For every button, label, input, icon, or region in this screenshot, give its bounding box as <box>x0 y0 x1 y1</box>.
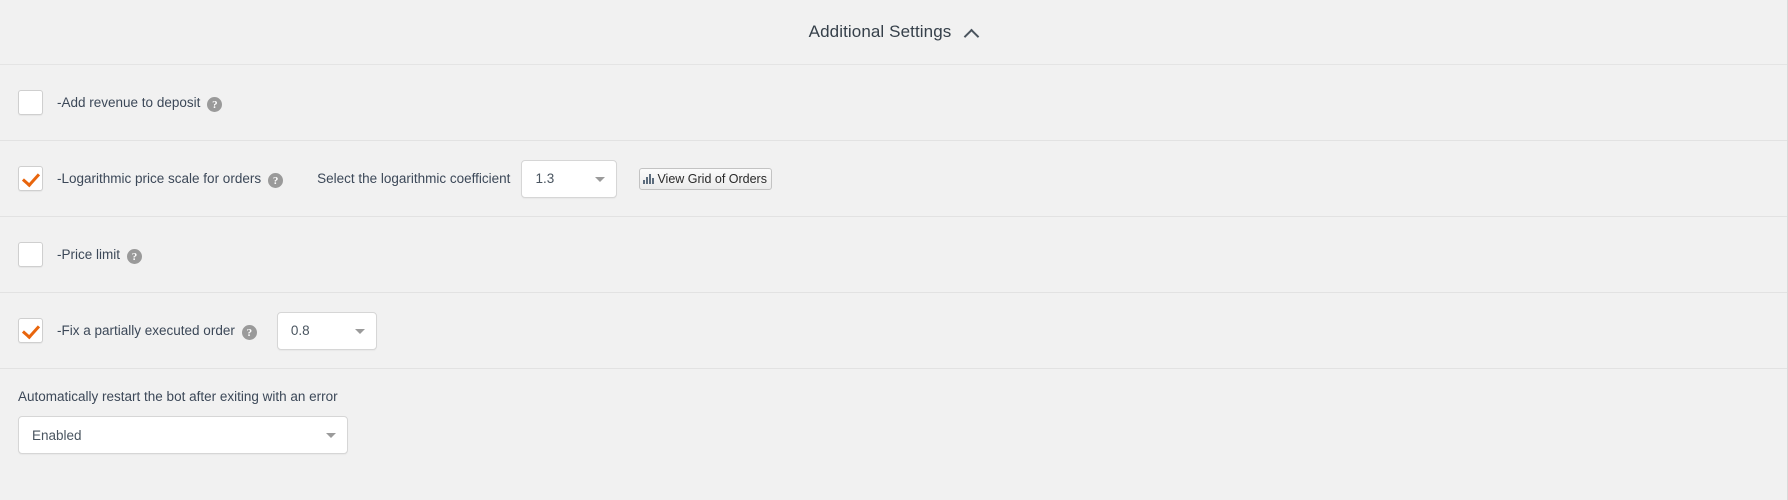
additional-settings-header[interactable]: Additional Settings <box>0 0 1787 64</box>
select-auto-restart-value: Enabled <box>32 427 82 443</box>
question-mark-icon[interactable]: ? <box>127 249 142 264</box>
checkbox-fix-partially-executed-order[interactable] <box>18 318 43 343</box>
label-price-limit: -Price limit <box>57 247 120 262</box>
chevron-up-icon[interactable] <box>965 27 978 40</box>
view-grid-of-orders-button[interactable]: View Grid of Orders <box>639 167 772 190</box>
chevron-down-icon <box>595 176 606 182</box>
page-title: Additional Settings <box>808 22 952 41</box>
select-logarithmic-coefficient-value: 1.3 <box>535 171 555 186</box>
view-grid-of-orders-label: View Grid of Orders <box>657 171 767 186</box>
row-fix-partially-executed-order: -Fix a partially executed order ? 0.8 <box>0 292 1787 368</box>
additional-settings-panel: Additional Settings -Add revenue to depo… <box>0 0 1788 500</box>
select-logarithmic-coefficient[interactable]: 1.3 <box>521 159 618 198</box>
question-mark-icon[interactable]: ? <box>241 325 257 340</box>
label-select-logarithmic-coefficient: Select the logarithmic coefficient <box>317 171 511 186</box>
row-price-limit: -Price limit ? <box>0 216 1787 292</box>
select-fix-partially-executed-order-value: 0.8 <box>290 323 310 338</box>
select-auto-restart[interactable]: Enabled <box>18 416 348 454</box>
select-fix-partially-executed-order[interactable]: 0.8 <box>276 311 377 350</box>
checkbox-add-revenue-to-deposit[interactable] <box>18 90 43 115</box>
chevron-down-icon <box>326 433 336 438</box>
label-logarithmic-price-scale: -Logarithmic price scale for orders <box>57 171 262 186</box>
question-mark-icon[interactable]: ? <box>268 173 284 188</box>
row-logarithmic-price-scale: -Logarithmic price scale for orders ? Se… <box>0 140 1787 216</box>
bar-chart-icon <box>643 173 655 184</box>
chevron-down-icon <box>354 328 365 334</box>
label-fix-partially-executed-order: -Fix a partially executed order <box>57 323 235 338</box>
question-mark-icon[interactable]: ? <box>207 97 223 112</box>
auto-restart-section: Automatically restart the bot after exit… <box>0 368 1787 454</box>
checkbox-price-limit[interactable] <box>18 242 43 267</box>
row-add-revenue-to-deposit: -Add revenue to deposit ? <box>0 64 1787 140</box>
label-auto-restart: Automatically restart the bot after exit… <box>18 389 338 404</box>
checkbox-logarithmic-price-scale[interactable] <box>18 166 43 191</box>
label-add-revenue-to-deposit: -Add revenue to deposit <box>57 95 201 110</box>
